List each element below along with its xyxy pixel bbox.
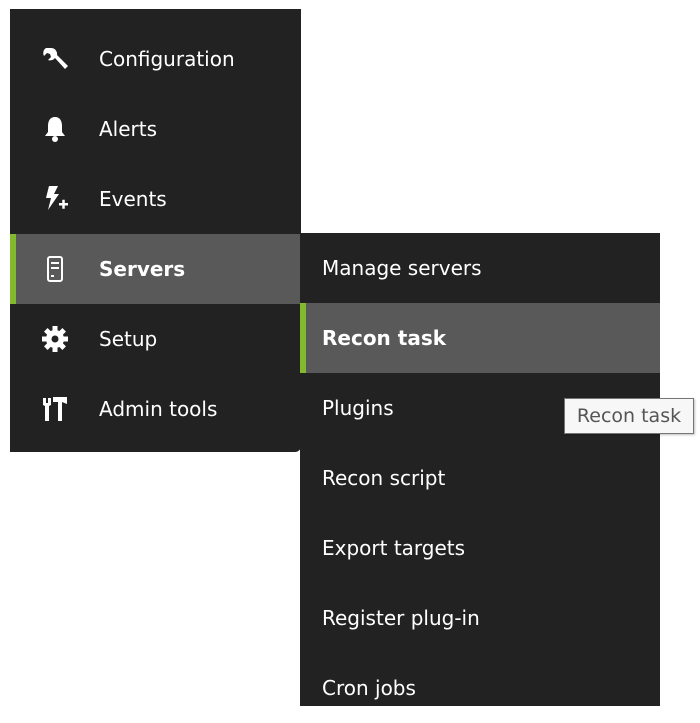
menu-item-configuration[interactable]: Configuration bbox=[10, 24, 301, 94]
bell-icon bbox=[40, 114, 70, 144]
menu-item-servers[interactable]: Servers bbox=[10, 234, 301, 304]
submenu-item-label: Recon script bbox=[322, 466, 446, 490]
submenu-item-label: Recon task bbox=[322, 326, 447, 350]
menu-item-setup[interactable]: Setup bbox=[10, 304, 301, 374]
gear-icon bbox=[40, 324, 70, 354]
submenu-item-recon-script[interactable]: Recon script bbox=[300, 443, 660, 513]
menu-item-alerts[interactable]: Alerts bbox=[10, 94, 301, 164]
main-menu: Configuration Alerts Events Servers Setu… bbox=[10, 9, 301, 452]
menu-item-label: Setup bbox=[99, 327, 158, 351]
submenu-item-label: Manage servers bbox=[322, 256, 482, 280]
submenu-item-label: Plugins bbox=[322, 396, 394, 420]
menu-item-admin-tools[interactable]: Admin tools bbox=[10, 374, 301, 444]
menu-item-events[interactable]: Events bbox=[10, 164, 301, 234]
submenu-item-label: Export targets bbox=[322, 536, 466, 560]
menu-item-label: Servers bbox=[99, 257, 186, 281]
menu-item-label: Admin tools bbox=[99, 397, 218, 421]
submenu-item-label: Register plug-in bbox=[322, 606, 480, 630]
submenu-item-register-plug-in[interactable]: Register plug-in bbox=[300, 583, 660, 653]
submenu-item-recon-task[interactable]: Recon task bbox=[300, 303, 660, 373]
server-icon bbox=[40, 254, 70, 284]
menu-item-label: Configuration bbox=[99, 47, 235, 71]
tooltip: Recon task bbox=[564, 398, 694, 434]
wrench-icon bbox=[40, 44, 70, 74]
admin-tools-icon bbox=[40, 394, 70, 424]
active-indicator bbox=[10, 234, 16, 304]
menu-item-label: Events bbox=[99, 187, 167, 211]
submenu-item-manage-servers[interactable]: Manage servers bbox=[300, 233, 660, 303]
menu-item-label: Alerts bbox=[99, 117, 158, 141]
servers-submenu: Manage servers Recon task Plugins Recon … bbox=[300, 233, 660, 706]
events-bolt-icon bbox=[40, 184, 70, 214]
submenu-item-label: Cron jobs bbox=[322, 676, 416, 700]
submenu-item-export-targets[interactable]: Export targets bbox=[300, 513, 660, 583]
submenu-item-cron-jobs[interactable]: Cron jobs bbox=[300, 653, 660, 723]
active-indicator bbox=[300, 303, 306, 373]
